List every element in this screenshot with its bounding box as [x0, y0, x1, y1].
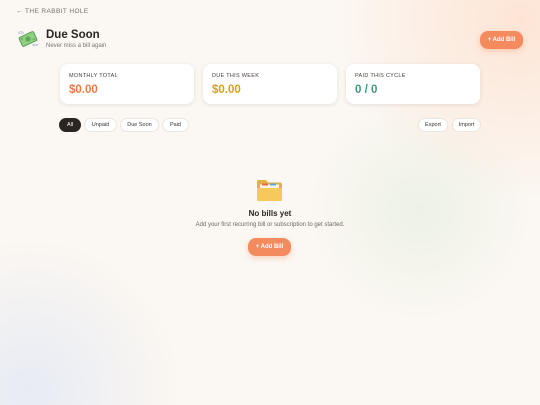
stat-value: 0 / 0: [355, 84, 378, 96]
add-bill-button[interactable]: + Add Bill: [480, 31, 523, 49]
empty-state-description: Add your first recurring bill or subscri…: [195, 222, 345, 228]
stat-label: PAID THIS CYCLE: [355, 73, 406, 79]
money-with-wings-icon: [17, 31, 39, 47]
back-link[interactable]: ← THE RABBIT HOLE: [16, 8, 89, 15]
stat-value: $0.00: [212, 84, 241, 96]
filter-all[interactable]: All: [59, 118, 81, 132]
page-subtitle: Never miss a bill again: [46, 43, 107, 49]
filter-due-soon[interactable]: Due Soon: [120, 118, 159, 132]
stat-value: $0.00: [69, 84, 98, 96]
due-this-week-card: DUE THIS WEEK $0.00: [203, 64, 337, 104]
empty-state-add-bill-button[interactable]: + Add Bill: [248, 238, 291, 256]
page-title: Due Soon: [46, 29, 100, 41]
monthly-total-card: MONTHLY TOTAL $0.00: [60, 64, 194, 104]
import-button[interactable]: Import: [452, 118, 481, 132]
filter-unpaid[interactable]: Unpaid: [84, 118, 117, 132]
stat-label: DUE THIS WEEK: [212, 73, 260, 79]
background-gradient: [0, 0, 540, 405]
paid-this-cycle-card: PAID THIS CYCLE 0 / 0: [346, 64, 480, 104]
stat-label: MONTHLY TOTAL: [69, 73, 118, 79]
empty-state-title: No bills yet: [248, 209, 292, 218]
folder-icon: [257, 180, 282, 201]
export-button[interactable]: Export: [418, 118, 448, 132]
filter-paid[interactable]: Paid: [162, 118, 189, 132]
